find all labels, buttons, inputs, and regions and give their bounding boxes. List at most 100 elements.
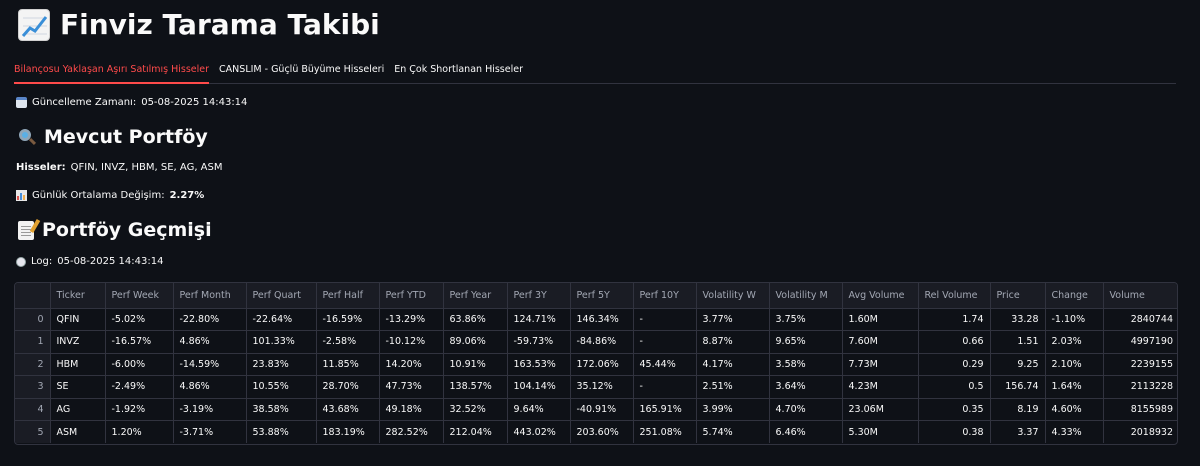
table-cell: -2.58%: [316, 330, 380, 354]
table-cell: 3.37: [990, 420, 1046, 443]
table-cell: -40.91%: [570, 398, 634, 421]
table-row[interactable]: 5 ASM 1.20% -3.71% 53.88% 183.19% 282.52% 212.0…: [15, 420, 1177, 443]
table-cell: 203.60%: [570, 420, 634, 443]
table-cell: HBM: [50, 353, 106, 376]
history-heading: Portföy Geçmişi: [18, 218, 212, 241]
column-header[interactable]: Perf 5Y: [570, 283, 634, 309]
table-cell: INVZ: [50, 330, 106, 354]
column-header[interactable]: Volatility W: [696, 283, 770, 309]
column-header[interactable]: Perf 10Y: [633, 283, 697, 309]
table-cell: AG: [50, 398, 106, 421]
table-cell: 172.06%: [570, 353, 634, 376]
table-cell: 4.86%: [173, 375, 247, 399]
column-header[interactable]: Volume: [1103, 283, 1177, 309]
table-cell: -10.12%: [379, 330, 444, 354]
calendar-icon: [16, 97, 27, 108]
column-header[interactable]: Perf Half: [316, 283, 380, 309]
table-cell: 3.58%: [769, 353, 843, 376]
portfolio-title: Mevcut Portföy: [44, 126, 208, 148]
chart-increasing-icon: [18, 8, 50, 41]
table-body: 0 QFIN -5.02% -22.80% -22.64% -16.59% -13.29% 6…: [15, 308, 1177, 443]
column-header[interactable]: Price: [990, 283, 1046, 309]
table-cell: -84.86%: [570, 330, 634, 354]
table-cell: 0.5: [918, 375, 991, 399]
table-cell: 8155989: [1103, 398, 1177, 421]
column-header[interactable]: Volatility M: [769, 283, 843, 309]
table-cell: -16.59%: [316, 308, 380, 331]
column-header[interactable]: [15, 283, 51, 309]
table-cell: 443.02%: [507, 420, 571, 443]
log-label: Log:: [31, 256, 53, 267]
table-cell: 11.85%: [316, 353, 380, 376]
row-index: 5: [15, 420, 51, 443]
table-cell: 6.46%: [769, 420, 843, 443]
table-cell: -5.02%: [105, 308, 174, 331]
table-cell: 282.52%: [379, 420, 444, 443]
column-header[interactable]: Perf 3Y: [507, 283, 571, 309]
table-cell: 4.33%: [1045, 420, 1104, 443]
table-cell: 212.04%: [443, 420, 508, 443]
table-cell: 63.86%: [443, 308, 508, 331]
table-cell: 14.20%: [379, 353, 444, 376]
table-cell: 0.38: [918, 420, 991, 443]
table-cell: 53.88%: [246, 420, 317, 443]
table-cell: 2.51%: [696, 375, 770, 399]
column-header[interactable]: Perf Month: [173, 283, 247, 309]
table-row[interactable]: 1 INVZ -16.57% 4.86% 101.33% -2.58% -10.12% 89.…: [15, 330, 1177, 354]
table-cell: 3.75%: [769, 308, 843, 331]
update-time: Güncelleme Zamanı: 05-08-2025 14:43:14: [16, 97, 247, 108]
table-cell: -3.19%: [173, 398, 247, 421]
tab-most-shorted[interactable]: En Çok Shortlanan Hisseler: [394, 58, 523, 84]
table-cell: QFIN: [50, 308, 106, 331]
table-cell: -: [633, 308, 697, 331]
table-cell: 101.33%: [246, 330, 317, 354]
row-index: 1: [15, 330, 51, 354]
magnifier-icon: [18, 128, 37, 146]
table-cell: 49.18%: [379, 398, 444, 421]
table-cell: 28.70%: [316, 375, 380, 399]
table-cell: 156.74: [990, 375, 1046, 399]
column-header[interactable]: Perf YTD: [379, 283, 444, 309]
update-label: Güncelleme Zamanı:: [32, 97, 137, 108]
table-cell: 4997190: [1103, 330, 1177, 354]
column-header[interactable]: Perf Quart: [246, 283, 317, 309]
table-cell: 33.28: [990, 308, 1046, 331]
column-header[interactable]: Change: [1045, 283, 1104, 309]
table-row[interactable]: 3 SE -2.49% 4.86% 10.55% 28.70% 47.73% 138.57% 1…: [15, 375, 1177, 399]
table-cell: 2239155: [1103, 353, 1177, 376]
stocks-label: Hisseler:: [16, 162, 66, 173]
average-label: Günlük Ortalama Değişim:: [32, 190, 165, 201]
table-cell: 124.71%: [507, 308, 571, 331]
column-header[interactable]: Perf Year: [443, 283, 508, 309]
column-header[interactable]: Ticker: [50, 283, 106, 309]
column-header[interactable]: Avg Volume: [842, 283, 919, 309]
table-cell: 165.91%: [633, 398, 697, 421]
table-row[interactable]: 4 AG -1.92% -3.19% 38.58% 43.68% 49.18% 32.52% 9…: [15, 398, 1177, 421]
table-cell: 4.70%: [769, 398, 843, 421]
table-cell: 104.14%: [507, 375, 571, 399]
table-cell: 4.86%: [173, 330, 247, 354]
table-cell: -1.10%: [1045, 308, 1104, 331]
table-cell: 9.25: [990, 353, 1046, 376]
log-value: 05-08-2025 14:43:14: [57, 256, 164, 267]
table-cell: ASM: [50, 420, 106, 443]
table-cell: 2.10%: [1045, 353, 1104, 376]
column-header[interactable]: Perf Week: [105, 283, 174, 309]
table-row[interactable]: 0 QFIN -5.02% -22.80% -22.64% -16.59% -13.29% 6…: [15, 308, 1177, 331]
table-cell: -: [633, 375, 697, 399]
table-cell: -16.57%: [105, 330, 174, 354]
table-cell: 89.06%: [443, 330, 508, 354]
table-cell: 1.64%: [1045, 375, 1104, 399]
table-cell: -14.59%: [173, 353, 247, 376]
tab-canslim[interactable]: CANSLIM - Güçlü Büyüme Hisseleri: [219, 58, 384, 84]
portfolio-history-table[interactable]: Ticker Perf Week Perf Month Perf Quart Perf …: [14, 282, 1178, 445]
tab-oversold-earnings[interactable]: Bilançosu Yaklaşan Aşırı Satılmış Hissel…: [14, 58, 210, 84]
table-cell: 47.73%: [379, 375, 444, 399]
column-header[interactable]: Rel Volume: [918, 283, 991, 309]
history-title: Portföy Geçmişi: [42, 219, 212, 241]
table-cell: 9.64%: [507, 398, 571, 421]
table-row[interactable]: 2 HBM -6.00% -14.59% 23.83% 11.85% 14.20% 10.91…: [15, 353, 1177, 376]
table-cell: -13.29%: [379, 308, 444, 331]
table-cell: 2113228: [1103, 375, 1177, 399]
table-cell: -22.80%: [173, 308, 247, 331]
